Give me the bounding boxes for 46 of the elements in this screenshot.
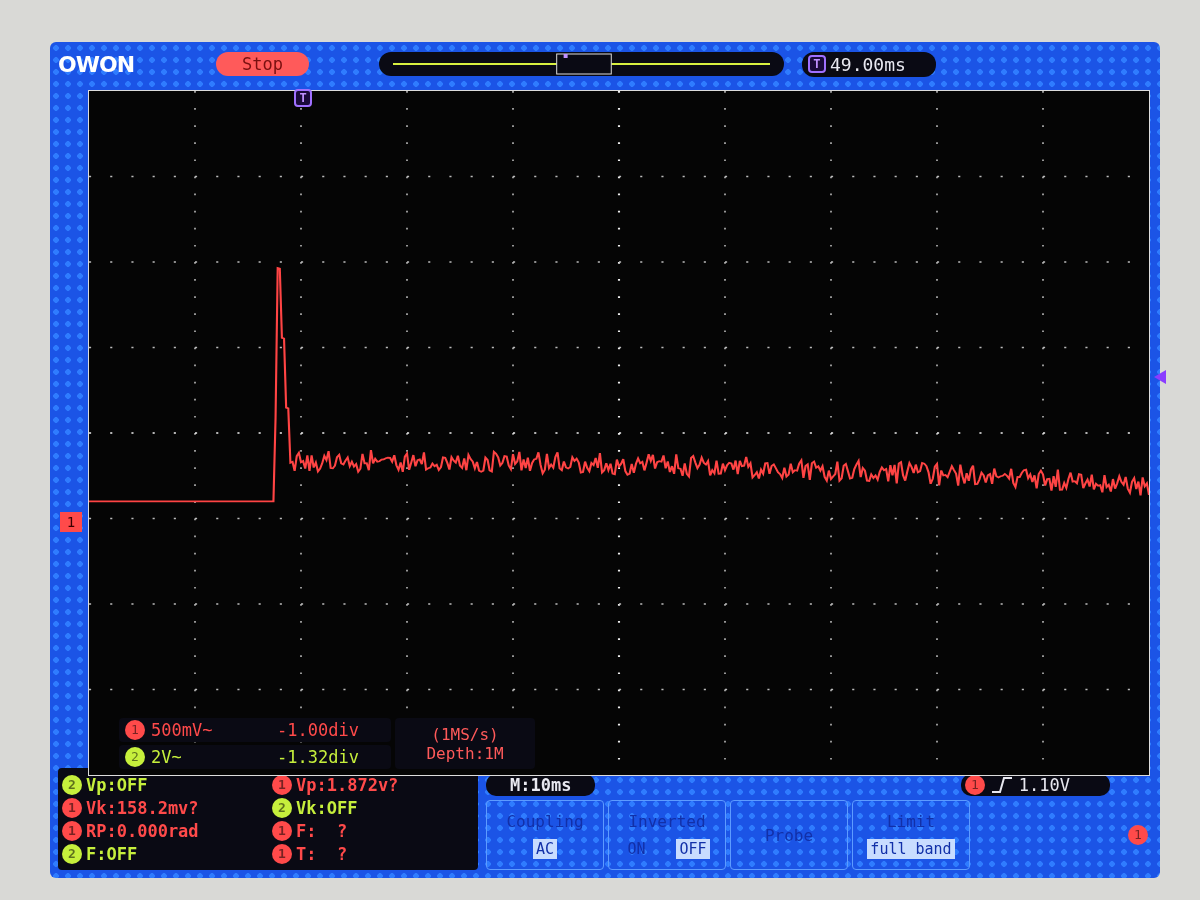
trigger-level-arrow-icon <box>1154 370 1166 384</box>
channel-badge: 1 <box>1128 825 1148 845</box>
sample-rate: (1MS/s) <box>431 724 499 744</box>
channel-offset: -1.32div <box>277 747 359 767</box>
rising-edge-icon <box>990 776 1013 794</box>
trigger-time-value: 49.00ms <box>829 53 906 75</box>
channel-badge: 1 <box>62 797 82 818</box>
channel-badge: 1 <box>272 820 292 841</box>
channel-badge: 2 <box>62 843 82 864</box>
menu-option[interactable]: Inverted ON OFF <box>608 800 726 870</box>
measurement-value: Vk:OFF <box>296 797 358 818</box>
menu-choice[interactable]: OFF <box>676 838 710 859</box>
menu-title: Inverted <box>628 811 706 831</box>
channel-badge: 2 <box>125 747 145 767</box>
channel-badge: 1 <box>964 775 985 795</box>
measurement-value: Vp:1.872v? <box>296 774 399 795</box>
trigger-marker-icon: T <box>807 55 826 73</box>
memory-depth: Depth:1M <box>426 743 504 763</box>
trigger-position-marker[interactable]: T <box>294 89 312 107</box>
measurement-value: Vk:158.2mv? <box>86 797 199 818</box>
brand-logo: OWON <box>58 51 136 77</box>
channel-scale: 500mV~ <box>151 720 214 740</box>
channel-badge: 1 <box>272 843 292 864</box>
channel-badge: 1 <box>272 774 292 795</box>
menu-title: Probe <box>764 825 814 845</box>
channel-badge: 1 <box>62 820 82 841</box>
measurement-value: Vp:OFF <box>86 774 148 795</box>
channel-badge: 1 <box>125 720 145 740</box>
measurement-value: F:OFF <box>86 843 138 864</box>
measurement-value: F: ? <box>296 820 348 841</box>
trigger-level: 1.10V <box>1018 775 1070 795</box>
channel-offset: -1.00div <box>277 720 359 740</box>
menu-choice[interactable]: AC <box>532 838 558 859</box>
menu-title: Limit <box>886 811 936 831</box>
run-state[interactable]: Stop <box>216 52 309 76</box>
measurement-value: T: ? <box>296 843 348 864</box>
channel-scale: 2V~ <box>151 747 183 767</box>
menu-title: Coupling <box>506 811 584 831</box>
measurement-value: RP:0.000rad <box>86 820 199 841</box>
menu-choice[interactable]: full band <box>867 838 955 859</box>
channel-marker[interactable]: 1 <box>60 512 82 532</box>
timebase: M:10ms <box>486 774 596 796</box>
channel-badge: 2 <box>62 774 82 795</box>
menu-option[interactable]: Limit full band <box>852 800 970 870</box>
channel-badge: 2 <box>272 797 292 818</box>
menu-option[interactable]: Coupling AC <box>486 800 604 870</box>
